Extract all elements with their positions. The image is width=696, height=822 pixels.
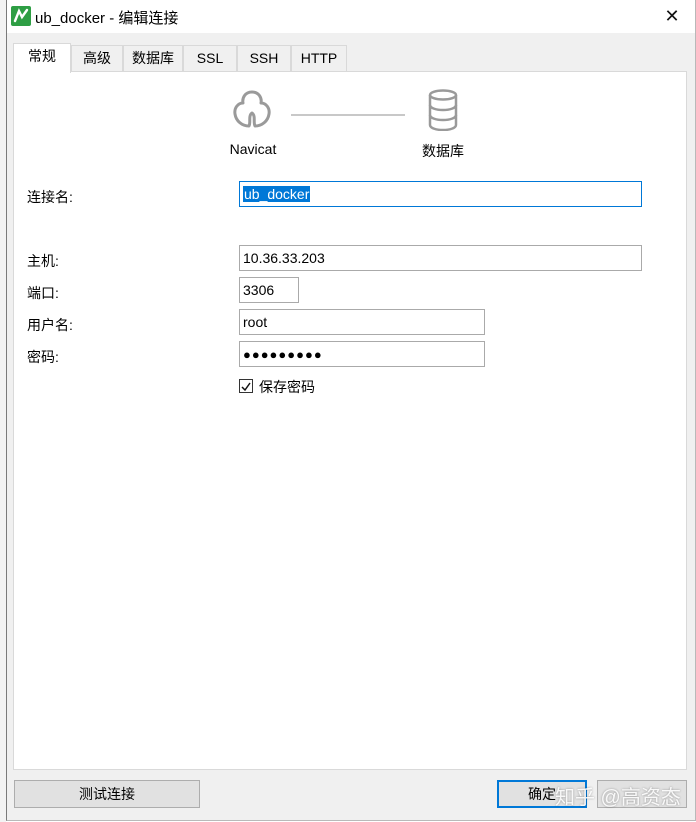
tab-advanced[interactable]: 高级 — [71, 45, 123, 71]
host-input[interactable]: 10.36.33.203 — [239, 245, 642, 271]
save-password-label: 保存密码 — [259, 379, 315, 395]
connection-name-label: 连接名: — [27, 189, 73, 205]
navicat-app-icon — [11, 6, 31, 26]
tab-http[interactable]: HTTP — [291, 45, 347, 71]
edit-connection-dialog: ub_docker - 编辑连接 ✕ 常规 高级 数据库 SSL SSH HTT… — [6, 0, 696, 821]
database-label: 数据库 — [422, 143, 464, 159]
close-icon: ✕ — [664, 6, 680, 26]
navicat-logo-icon — [231, 86, 273, 135]
close-button[interactable]: ✕ — [649, 0, 695, 33]
tab-ssh[interactable]: SSH — [237, 45, 291, 71]
username-value: root — [243, 314, 268, 330]
port-value: 3306 — [243, 282, 275, 298]
window-title: ub_docker - 编辑连接 — [35, 10, 179, 27]
password-label: 密码: — [27, 349, 59, 365]
username-label: 用户名: — [27, 317, 73, 333]
database-icon — [427, 89, 459, 134]
ok-button[interactable]: 确定 — [497, 780, 587, 808]
checkmark-icon — [241, 382, 251, 392]
connection-name-value: ub_docker — [243, 186, 311, 202]
port-input[interactable]: 3306 — [239, 277, 299, 303]
general-tab-panel — [13, 71, 687, 770]
test-connection-button[interactable]: 测试连接 — [14, 780, 200, 808]
tab-ssl[interactable]: SSL — [183, 45, 237, 71]
title-bar: ub_docker - 编辑连接 ✕ — [7, 0, 695, 33]
password-mask: ●●●●●●●●● — [243, 347, 323, 362]
port-label: 端口: — [27, 285, 59, 301]
tab-general[interactable]: 常规 — [13, 43, 71, 73]
connection-name-input[interactable]: ub_docker — [239, 181, 642, 207]
cancel-button[interactable] — [597, 780, 687, 808]
save-password-checkbox[interactable] — [239, 379, 253, 393]
tab-databases[interactable]: 数据库 — [123, 45, 183, 71]
navicat-label: Navicat — [229, 141, 277, 157]
host-label: 主机: — [27, 253, 59, 269]
connection-line — [291, 114, 405, 116]
host-value: 10.36.33.203 — [243, 250, 325, 266]
password-input[interactable]: ●●●●●●●●● — [239, 341, 485, 367]
username-input[interactable]: root — [239, 309, 485, 335]
